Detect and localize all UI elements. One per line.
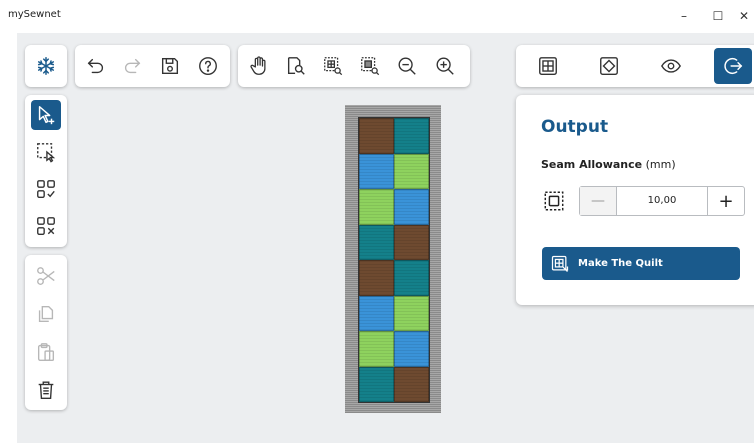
- make-quilt-label: Make The Quilt: [578, 258, 663, 269]
- zoom-block-icon[interactable]: [318, 51, 348, 81]
- make-quilt-button[interactable]: Make The Quilt: [542, 247, 740, 280]
- paste-icon[interactable]: [31, 337, 61, 367]
- grid-layout-icon[interactable]: [533, 51, 563, 81]
- undo-icon[interactable]: [81, 51, 111, 81]
- quilt-patch-brown[interactable]: [394, 366, 429, 402]
- box-select-icon[interactable]: [31, 137, 61, 167]
- left-toolbar-select: [25, 95, 67, 247]
- quilt-patch-teal[interactable]: [394, 260, 429, 296]
- seam-allowance-stepper: — 10,00 +: [579, 186, 745, 216]
- make-quilt-icon: [551, 255, 569, 272]
- zoom-selection-icon[interactable]: [355, 51, 385, 81]
- quilt-patch-blue[interactable]: [394, 331, 429, 367]
- quilt-patch-teal[interactable]: [359, 224, 394, 260]
- seam-label-unit: (mm): [642, 158, 676, 171]
- maximize-button[interactable]: ☐: [706, 6, 730, 26]
- save-icon[interactable]: [155, 51, 185, 81]
- close-button[interactable]: ✕: [734, 6, 754, 26]
- quilt-patch-blue[interactable]: [359, 153, 394, 189]
- quilt-patch-teal[interactable]: [394, 118, 429, 154]
- zoom-page-icon[interactable]: [281, 51, 311, 81]
- redo-icon[interactable]: [117, 51, 147, 81]
- left-toolbar-edit: [25, 255, 67, 410]
- zoom-in-icon[interactable]: [430, 51, 460, 81]
- block-design-icon[interactable]: [594, 51, 624, 81]
- quilt-patch-blue[interactable]: [394, 189, 429, 225]
- quilt-patch-brown[interactable]: [359, 118, 394, 154]
- mode-tabs: [516, 45, 754, 87]
- select-add-icon[interactable]: [31, 100, 61, 130]
- scissors-icon[interactable]: [31, 261, 61, 291]
- quilt-patch-green[interactable]: [394, 295, 429, 331]
- app-title: mySewnet: [8, 9, 61, 20]
- select-all-icon[interactable]: [31, 174, 61, 204]
- minimize-button[interactable]: –: [672, 6, 696, 26]
- snowflake-icon[interactable]: [31, 51, 61, 81]
- top-toolbar-view: [238, 45, 470, 87]
- quilt-patch-green[interactable]: [394, 153, 429, 189]
- quilt-patch-green[interactable]: [359, 331, 394, 367]
- seam-label-text: Seam Allowance: [541, 158, 643, 171]
- quilt-patch-brown[interactable]: [394, 224, 429, 260]
- copy-icon[interactable]: [31, 299, 61, 329]
- snowflake-panel: [25, 45, 67, 87]
- window-titlebar: mySewnet – ☐ ✕: [0, 0, 754, 32]
- quilt-grid[interactable]: [358, 117, 430, 403]
- preview-eye-icon[interactable]: [656, 51, 686, 81]
- quilt-patch-green[interactable]: [359, 189, 394, 225]
- panel-title: Output: [541, 117, 609, 137]
- seam-allowance-icon: [544, 191, 564, 211]
- seam-allowance-input[interactable]: 10,00: [617, 187, 707, 215]
- seam-allowance-label: Seam Allowance (mm): [541, 158, 676, 171]
- pan-hand-icon[interactable]: [244, 51, 274, 81]
- output-export-icon[interactable]: [714, 48, 752, 84]
- quilt-patch-blue[interactable]: [359, 295, 394, 331]
- output-panel: Output Seam Allowance (mm) — 10,00 + Mak…: [516, 95, 754, 305]
- deselect-all-icon[interactable]: [31, 211, 61, 241]
- decrease-button[interactable]: —: [580, 187, 617, 215]
- plus-icon: +: [718, 190, 734, 212]
- delete-icon[interactable]: [31, 375, 61, 405]
- help-icon[interactable]: [193, 51, 223, 81]
- top-toolbar-file: [75, 45, 230, 87]
- minus-icon: —: [591, 193, 605, 209]
- zoom-out-icon[interactable]: [392, 51, 422, 81]
- quilt-patch-teal[interactable]: [359, 366, 394, 402]
- quilt-patch-brown[interactable]: [359, 260, 394, 296]
- increase-button[interactable]: +: [707, 187, 744, 215]
